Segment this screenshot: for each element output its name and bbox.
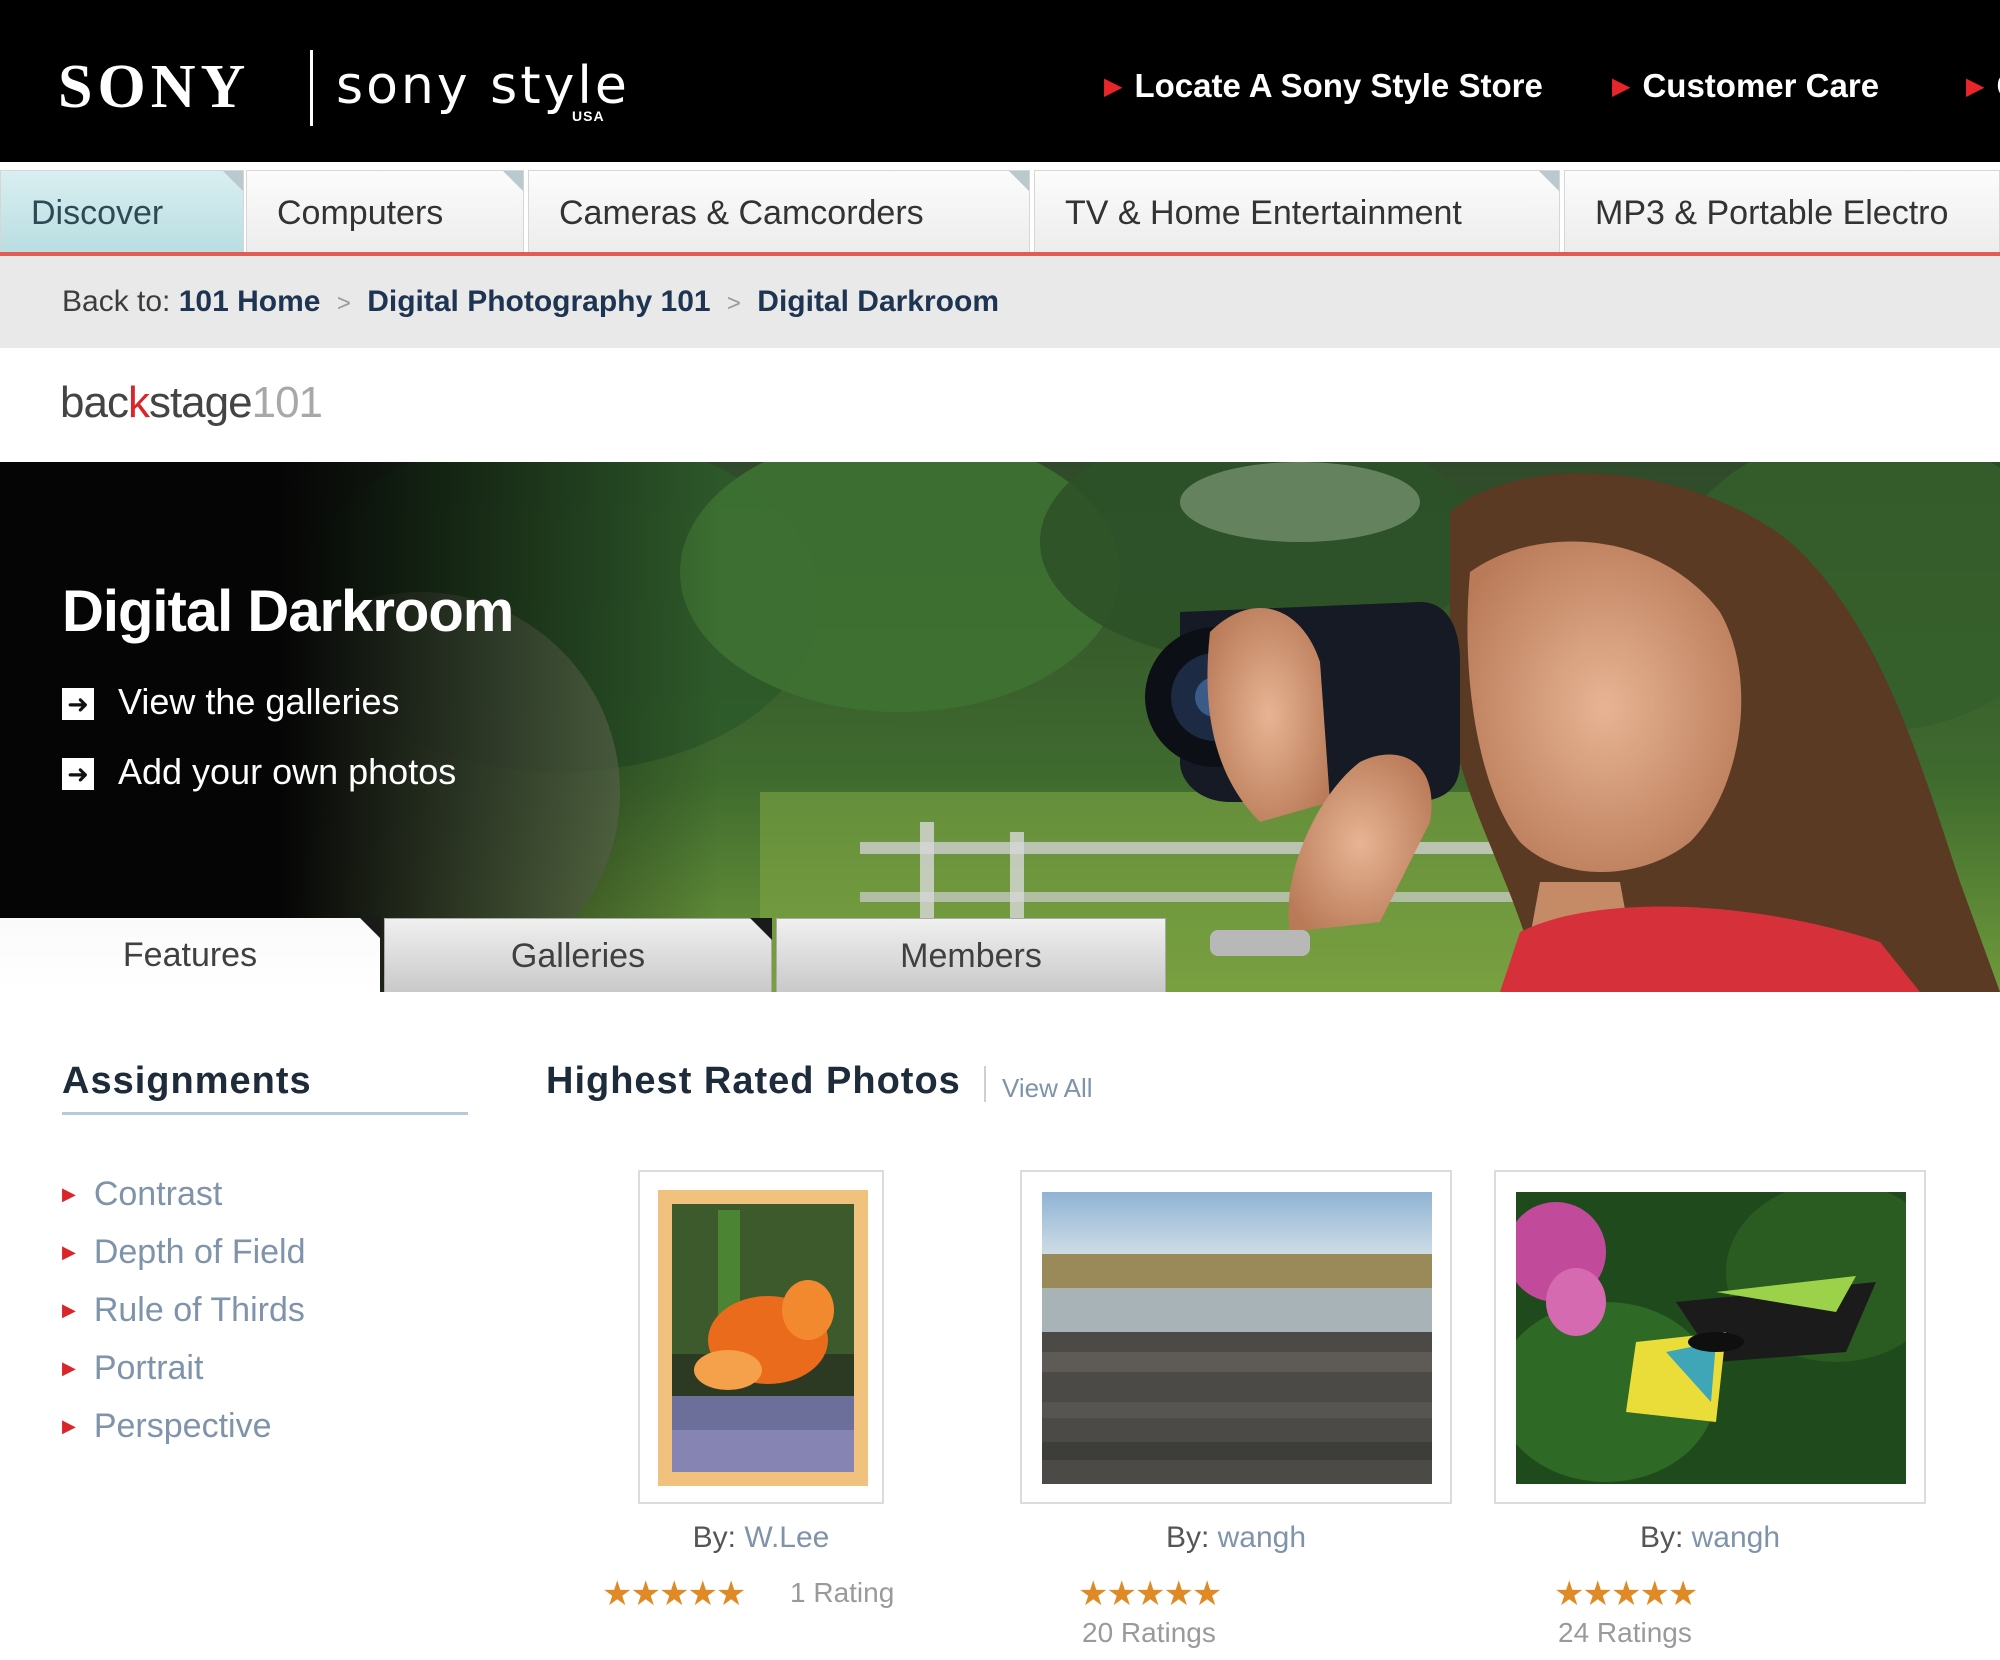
author-link[interactable]: wangh xyxy=(1218,1521,1306,1554)
bullet-icon: ▶ xyxy=(62,1184,76,1204)
star-rating-icon: ★★★★★ xyxy=(602,1575,746,1613)
photo-2-rating-count: 20 Ratings xyxy=(1082,1617,1216,1648)
author-link[interactable]: W.Lee xyxy=(744,1521,829,1554)
assignment-portrait[interactable]: ▶ Portrait xyxy=(62,1348,203,1388)
assignment-depth-of-field[interactable]: ▶ Depth of Field xyxy=(62,1232,306,1272)
arrow-right-icon: ▶ xyxy=(1612,73,1631,100)
assignment-perspective[interactable]: ▶ Perspective xyxy=(62,1406,271,1446)
tab-mp3-portable-electronics[interactable]: MP3 & Portable Electro xyxy=(1564,170,2000,252)
breadcrumb-digital-photography-101[interactable]: Digital Photography 101 xyxy=(367,285,710,318)
breadcrumb-101-home[interactable]: 101 Home xyxy=(179,285,321,318)
tab-discover[interactable]: Discover xyxy=(0,170,244,252)
butterfly-photo xyxy=(1516,1192,1906,1484)
tab-tv-home-entertainment[interactable]: TV & Home Entertainment xyxy=(1034,170,1560,252)
star-rating-icon: ★★★★★ xyxy=(1554,1575,1698,1613)
site-header: SONY sony style USA ▶ Locate A Sony Style… xyxy=(0,0,2000,162)
photo-thumbnail-3[interactable] xyxy=(1494,1170,1926,1504)
tab-members[interactable]: Members xyxy=(776,918,1166,992)
breadcrumb: Back to: 101 Home > Digital Photography … xyxy=(62,282,999,324)
breadcrumb-separator: > xyxy=(336,290,351,317)
locate-store-link[interactable]: ▶ Locate A Sony Style Store xyxy=(1104,66,1543,107)
breadcrumb-bar: Back to: 101 Home > Digital Photography … xyxy=(0,256,2000,348)
logo-divider xyxy=(310,50,313,126)
photo-1-author: By: W.Lee xyxy=(692,1521,830,1554)
bullet-icon: ▶ xyxy=(62,1416,76,1436)
arrow-box-icon: ➜ xyxy=(62,758,94,791)
photo-thumbnail-2[interactable] xyxy=(1020,1170,1452,1504)
view-galleries-link[interactable]: ➜ View the galleries xyxy=(62,680,400,724)
customer-care-link[interactable]: ▶ Customer Care xyxy=(1612,66,1879,107)
dry-lakebed-photo xyxy=(1042,1192,1432,1484)
sony-style-logo[interactable]: sony style xyxy=(336,56,630,116)
backstage101-logo[interactable]: backstage101 xyxy=(60,378,323,428)
breadcrumb-separator: > xyxy=(726,290,741,317)
tab-features[interactable]: Features xyxy=(0,917,381,992)
breadcrumb-prefix: Back to: xyxy=(62,285,171,318)
sony-style-region: USA xyxy=(572,108,605,124)
assignment-rule-of-thirds[interactable]: ▶ Rule of Thirds xyxy=(62,1290,305,1330)
author-link[interactable]: wangh xyxy=(1692,1521,1780,1554)
hero-banner: Digital Darkroom ➜ View the galleries ➜ Ad… xyxy=(0,462,2000,992)
header-link-truncated[interactable]: ▶C xyxy=(1966,66,2000,107)
photo-thumbnail-1[interactable] xyxy=(638,1170,884,1504)
photo-2-author: By: wangh xyxy=(1165,1521,1307,1554)
assignments-underline xyxy=(62,1112,468,1115)
sony-logo[interactable]: SONY xyxy=(58,56,250,118)
arrow-right-icon: ▶ xyxy=(1104,73,1123,100)
photo-3-author: By: wangh xyxy=(1639,1521,1781,1554)
goldfish-photo xyxy=(658,1190,868,1486)
bullet-icon: ▶ xyxy=(62,1242,76,1262)
arrow-box-icon: ➜ xyxy=(62,688,94,721)
category-nav: Discover Computers Cameras & Camcorders … xyxy=(0,162,2000,256)
tab-cameras-camcorders[interactable]: Cameras & Camcorders xyxy=(528,170,1030,252)
assignment-contrast[interactable]: ▶ Contrast xyxy=(62,1174,222,1214)
hero-title: Digital Darkroom xyxy=(62,579,514,644)
add-photos-link[interactable]: ➜ Add your own photos xyxy=(62,750,456,794)
hero-photo xyxy=(0,462,2000,992)
tab-galleries[interactable]: Galleries xyxy=(384,918,772,992)
bullet-icon: ▶ xyxy=(62,1358,76,1378)
heading-divider xyxy=(984,1066,986,1102)
photo-1-rating-count: 1 Rating xyxy=(790,1577,895,1608)
view-all-link[interactable]: View All xyxy=(1002,1072,1093,1104)
tab-computers[interactable]: Computers xyxy=(246,170,524,252)
highest-rated-heading: Highest Rated Photos xyxy=(546,1060,961,1102)
assignments-heading: Assignments xyxy=(62,1060,312,1102)
bullet-icon: ▶ xyxy=(62,1300,76,1320)
star-rating-icon: ★★★★★ xyxy=(1078,1575,1222,1613)
breadcrumb-digital-darkroom[interactable]: Digital Darkroom xyxy=(757,285,999,318)
photo-3-rating-count: 24 Ratings xyxy=(1558,1617,1692,1648)
arrow-right-icon: ▶ xyxy=(1966,73,1985,100)
